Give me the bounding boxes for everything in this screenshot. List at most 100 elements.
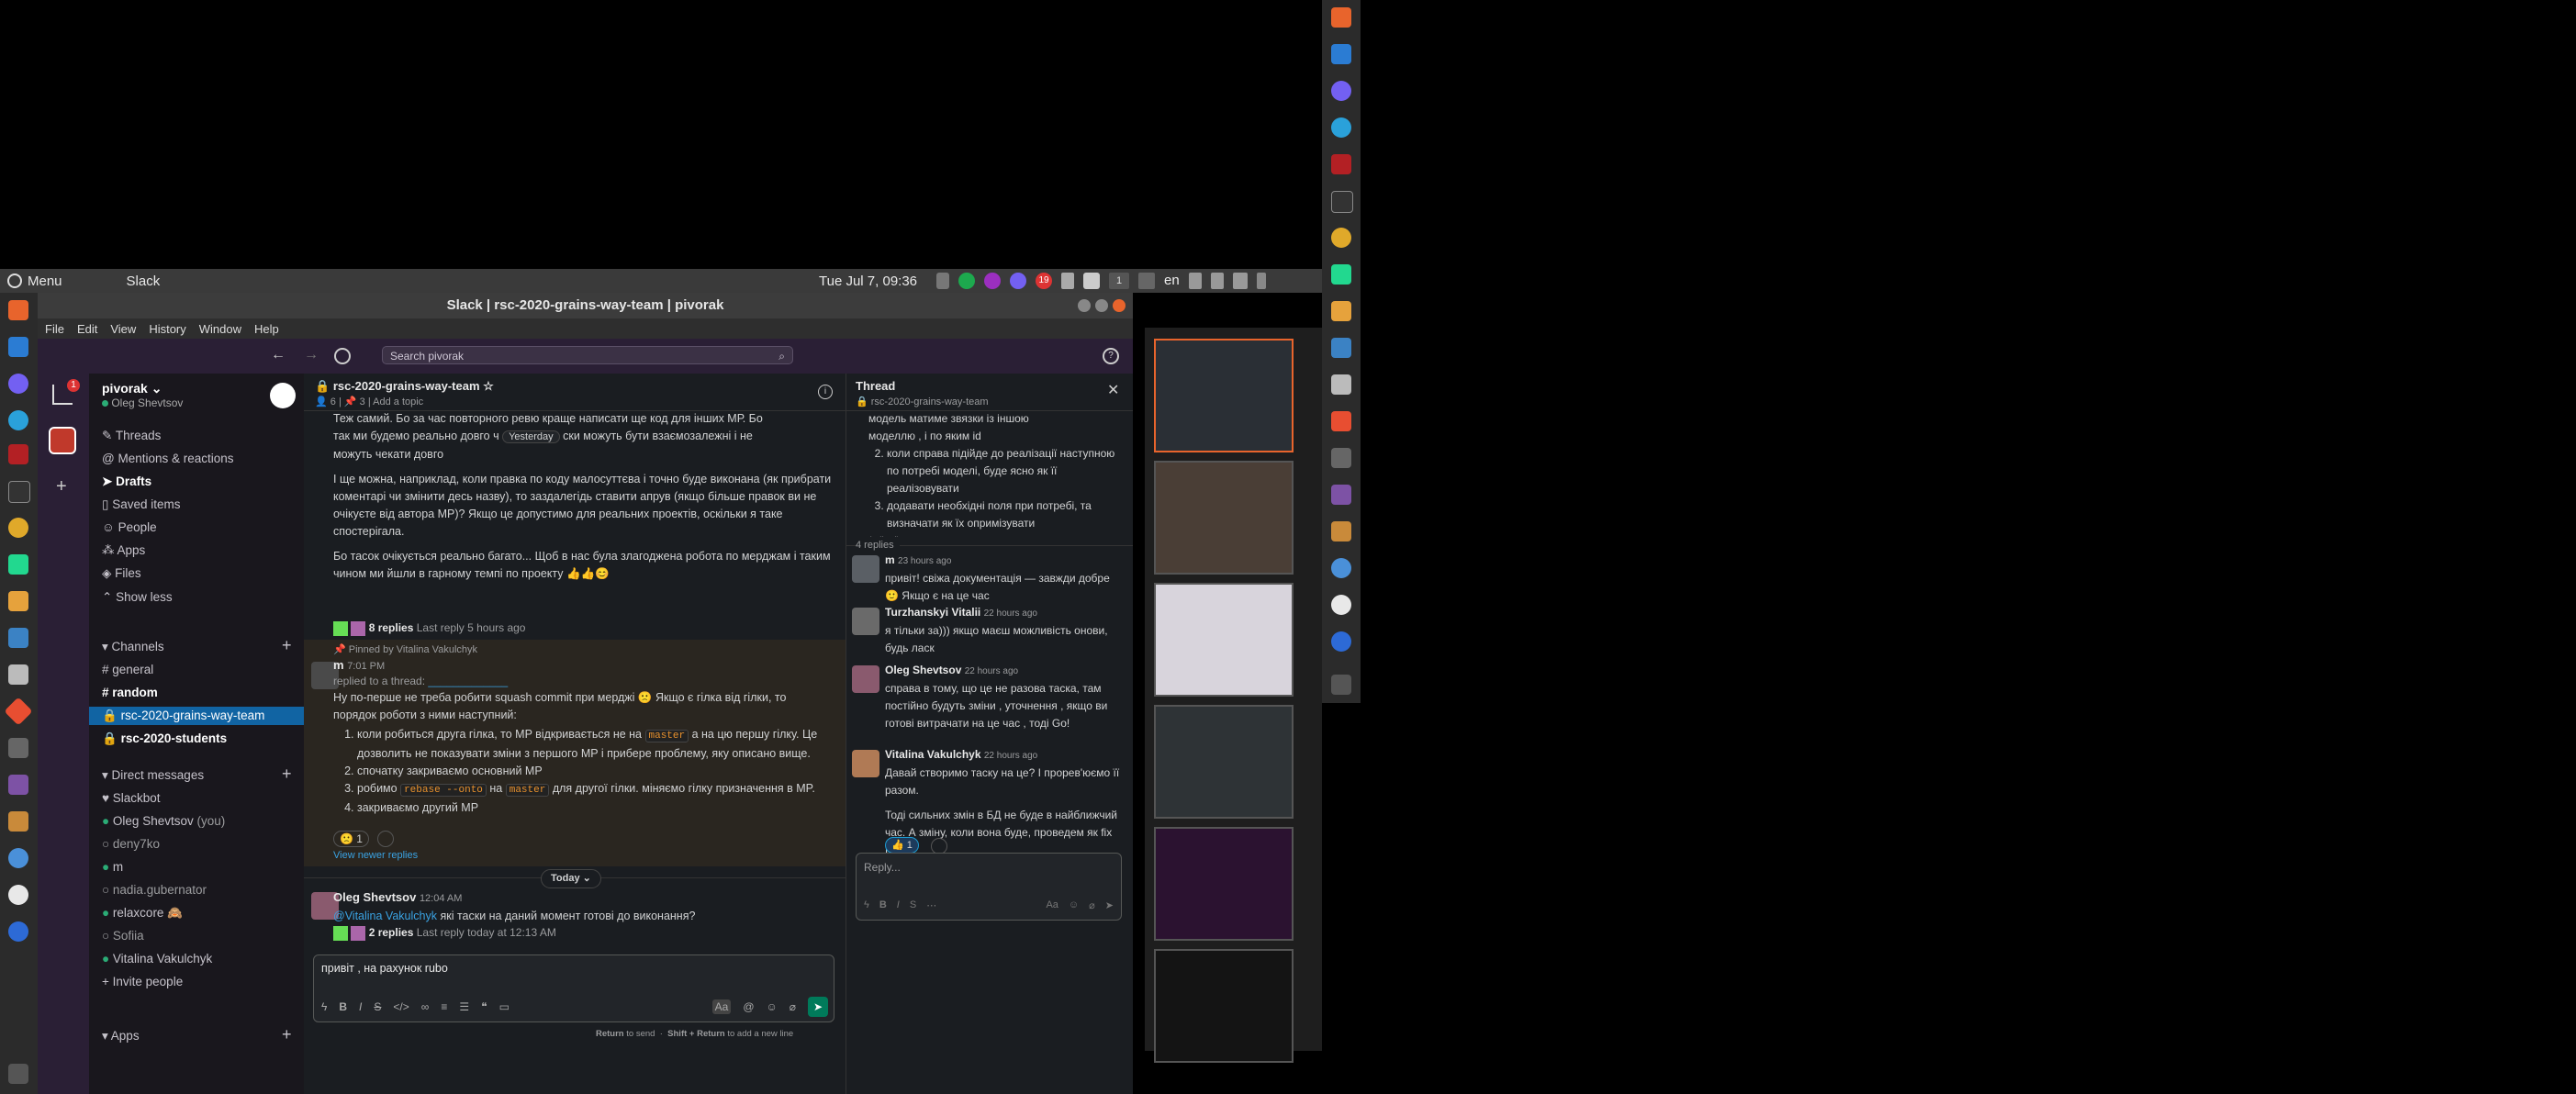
sidebar-item-mentions[interactable]: @ Mentions & reactions bbox=[102, 450, 234, 468]
add-topic-link[interactable]: Add a topic bbox=[373, 396, 423, 407]
add-workspace-icon[interactable]: + bbox=[56, 476, 67, 497]
sidebar-item-files[interactable]: ◈ Files bbox=[102, 564, 141, 583]
window-thumbnail[interactable] bbox=[1154, 461, 1294, 575]
viber-icon[interactable] bbox=[1010, 273, 1026, 289]
add-channel-icon[interactable]: + bbox=[282, 636, 292, 655]
sidebar-item-show-less[interactable]: ⌃ Show less bbox=[102, 588, 173, 607]
sidebar-item-students[interactable]: 🔒 rsc-2020-students bbox=[102, 730, 227, 748]
battery-icon[interactable] bbox=[1232, 273, 1248, 289]
dm-oleg[interactable]: ● Oleg Shevtsov (you) bbox=[102, 812, 225, 831]
avatar[interactable] bbox=[852, 608, 879, 635]
date-chip[interactable]: Yesterday bbox=[502, 430, 560, 443]
menu-edit[interactable]: Edit bbox=[77, 322, 97, 336]
forward-arrow-icon[interactable]: → bbox=[304, 347, 319, 363]
channel-title[interactable]: 🔒 rsc-2020-grains-way-team ☆ bbox=[315, 377, 494, 395]
workspace-switch[interactable]: 1 bbox=[1109, 273, 1129, 289]
code-block-icon[interactable]: ▭ bbox=[499, 1000, 510, 1013]
redmine-icon[interactable] bbox=[8, 444, 28, 464]
send-button[interactable]: ➤ bbox=[1105, 899, 1114, 911]
back-arrow-icon[interactable]: ← bbox=[271, 347, 286, 363]
mention-icon[interactable]: @ bbox=[743, 1000, 754, 1013]
viber-icon[interactable] bbox=[1331, 81, 1351, 101]
green-app-icon[interactable] bbox=[958, 273, 975, 289]
send-button[interactable]: ➤ bbox=[808, 997, 828, 1017]
dm-relaxcore[interactable]: ● relaxcore 🙈 bbox=[102, 904, 183, 922]
shortcuts-icon[interactable]: ϟ bbox=[321, 1000, 327, 1013]
window-titlebar[interactable]: Slack | rsc-2020-grains-way-team | pivor… bbox=[38, 293, 1133, 318]
menu-file[interactable]: File bbox=[45, 322, 64, 336]
volume-icon[interactable] bbox=[1188, 273, 1202, 289]
app-grid-icon[interactable] bbox=[8, 1064, 28, 1084]
menu-button[interactable]: Menu bbox=[7, 274, 62, 289]
text-editor-icon[interactable] bbox=[8, 591, 28, 611]
notification-badge[interactable]: 19 bbox=[1036, 273, 1052, 289]
media-icon[interactable] bbox=[8, 775, 28, 795]
italic-icon[interactable]: I bbox=[897, 899, 900, 910]
avatar[interactable] bbox=[852, 665, 879, 693]
purple-app-icon[interactable] bbox=[984, 273, 1001, 289]
menu-history[interactable]: History bbox=[149, 322, 185, 336]
window-thumbnail[interactable] bbox=[1154, 583, 1294, 697]
reaction[interactable]: 👍 1 bbox=[885, 837, 919, 854]
viber-icon[interactable] bbox=[8, 374, 28, 394]
add-reaction-icon[interactable] bbox=[377, 831, 394, 847]
sidebar-item-grains-team[interactable]: 🔒 rsc-2020-grains-way-team bbox=[89, 707, 304, 725]
channel-info-icon[interactable]: i bbox=[818, 385, 833, 399]
bold-icon[interactable]: B bbox=[879, 899, 887, 910]
git-icon[interactable] bbox=[4, 697, 33, 726]
avatar[interactable] bbox=[852, 555, 879, 583]
strikethrough-icon[interactable]: S bbox=[910, 899, 916, 910]
attach-icon[interactable]: ⌀ bbox=[790, 1000, 796, 1013]
invite-people[interactable]: + Invite people bbox=[102, 973, 183, 991]
dm-deny7ko[interactable]: ○ deny7ko bbox=[102, 835, 160, 854]
text-editor-icon[interactable] bbox=[1331, 301, 1351, 321]
pivorak-workspace-icon[interactable] bbox=[49, 427, 76, 454]
onedrive-icon[interactable] bbox=[1331, 44, 1351, 64]
sidebar-item-drafts[interactable]: ➤ Drafts bbox=[102, 473, 151, 491]
sidebar-item-apps[interactable]: ⁂ Apps bbox=[102, 541, 145, 560]
sidebar-item-people[interactable]: ☺ People bbox=[102, 519, 157, 537]
chrome-icon[interactable] bbox=[8, 518, 28, 538]
history-icon[interactable] bbox=[334, 348, 351, 364]
message-input[interactable]: привіт , на рахунок rubo bbox=[321, 960, 448, 977]
home-app-icon[interactable] bbox=[1331, 7, 1351, 28]
close-icon[interactable]: ✕ bbox=[1107, 381, 1119, 399]
window-grid-icon[interactable] bbox=[1138, 273, 1155, 289]
dm-slackbot[interactable]: ♥ Slackbot bbox=[102, 789, 161, 808]
sidebar-item-threads[interactable]: ✎ Threads bbox=[102, 427, 161, 445]
fan-icon[interactable] bbox=[1061, 273, 1074, 289]
channels-section-header[interactable]: ▾ Channels bbox=[102, 638, 164, 656]
code-icon[interactable]: </> bbox=[393, 1000, 409, 1013]
today-chip[interactable]: Today ⌄ bbox=[541, 869, 601, 888]
power-menu-icon[interactable] bbox=[1256, 273, 1266, 289]
menu-view[interactable]: View bbox=[110, 322, 136, 336]
quote-icon[interactable]: ❝ bbox=[481, 1000, 487, 1013]
reply-input[interactable]: Reply... bbox=[864, 859, 901, 876]
dm-section-header[interactable]: ▾ Direct messages bbox=[102, 766, 204, 785]
archive-icon[interactable] bbox=[1331, 521, 1351, 541]
media-icon[interactable] bbox=[1331, 485, 1351, 505]
minimize-button[interactable] bbox=[1078, 299, 1091, 312]
pycharm-icon[interactable] bbox=[1331, 264, 1351, 285]
formatting-toggle-icon[interactable]: Aa bbox=[1046, 899, 1058, 910]
chrome-icon[interactable] bbox=[1331, 228, 1351, 248]
telegram-icon[interactable] bbox=[8, 410, 28, 430]
ordered-list-icon[interactable]: ≡ bbox=[441, 1000, 447, 1013]
dm-sofiia[interactable]: ○ Sofiia bbox=[102, 927, 144, 945]
workspace-header[interactable]: pivorak ⌄ Oleg Shevtsov bbox=[102, 381, 183, 409]
bullet-list-icon[interactable]: ☰ bbox=[459, 1000, 469, 1013]
box-app-icon[interactable] bbox=[8, 628, 28, 648]
redmine-icon[interactable] bbox=[1331, 154, 1351, 174]
app-grid-icon[interactable] bbox=[1331, 675, 1351, 695]
thread-channel[interactable]: 🔒 rsc-2020-grains-way-team bbox=[856, 394, 989, 411]
emoji-icon[interactable]: ☺ bbox=[1069, 899, 1079, 910]
thread-summary[interactable]: 8 replies Last reply 5 hours ago bbox=[333, 620, 525, 637]
archive-icon[interactable] bbox=[8, 811, 28, 832]
dm-vitalina[interactable]: ● Vitalina Vakulchyk bbox=[102, 950, 212, 968]
settings-app-icon[interactable] bbox=[1331, 558, 1351, 578]
box-app-icon[interactable] bbox=[1331, 338, 1351, 358]
clock[interactable]: Tue Jul 7, 09:36 bbox=[819, 274, 917, 289]
settings-app-icon[interactable] bbox=[8, 848, 28, 868]
attach-icon[interactable]: ⌀ bbox=[1089, 899, 1095, 911]
sidebar-item-general[interactable]: # general bbox=[102, 661, 153, 679]
